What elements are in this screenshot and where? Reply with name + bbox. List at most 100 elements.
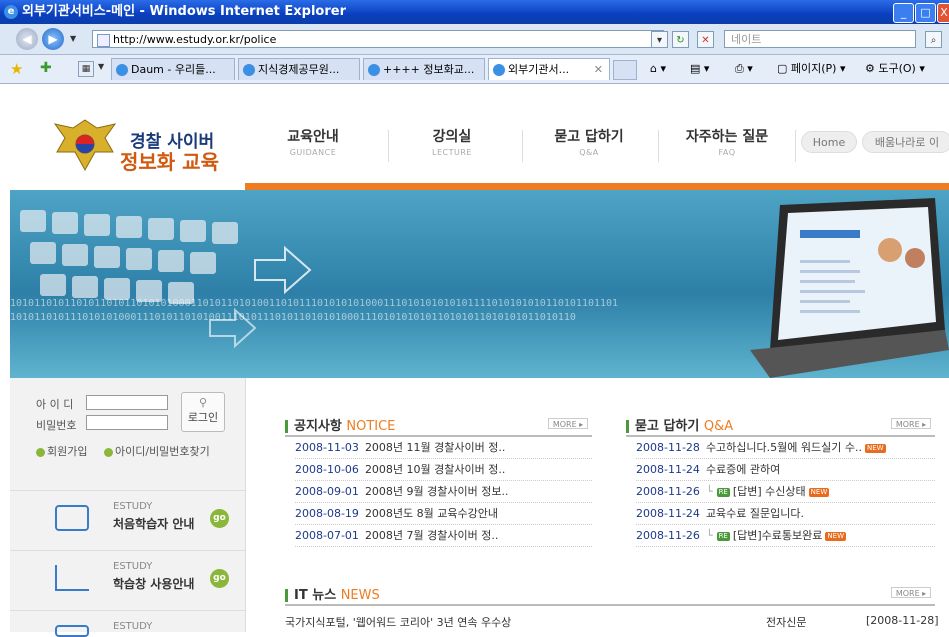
ie-page-icon — [493, 64, 505, 76]
news-title-ko: IT 뉴스 — [294, 588, 337, 603]
forward-icon[interactable]: ▶ — [42, 28, 64, 50]
tab-current[interactable]: 외부기관서... ✕ — [488, 58, 610, 80]
history-dropdown-icon[interactable]: ▼ — [70, 34, 76, 43]
go-button[interactable]: go — [210, 569, 229, 588]
print-icon[interactable]: ⎙ ▾ — [735, 59, 753, 79]
join-link-label: 회원가입 — [47, 445, 88, 458]
first-learner-guide[interactable]: ESTUDY 처음학습자 안내 go — [10, 490, 245, 551]
password-input[interactable] — [86, 415, 168, 430]
search-icon[interactable]: ⌕ — [925, 31, 942, 48]
maximize-button[interactable]: □ — [915, 3, 936, 23]
notice-date: 2008-11-03 — [295, 441, 359, 454]
tools-menu[interactable]: ⚙ 도구(O) ▾ — [865, 59, 925, 79]
notice-item[interactable]: 2008-07-01 2008년 7월 경찰사이버 정.. — [295, 525, 592, 547]
notice-text: 2008년 11월 경찰사이버 정.. — [364, 441, 506, 454]
tab-info-edu[interactable]: ++++ 정보화교... — [363, 58, 485, 80]
quick-tabs-icon[interactable]: ▦ — [78, 61, 94, 77]
back-icon[interactable]: ◀ — [16, 28, 38, 50]
qna-more-button[interactable]: MORE ▸ — [891, 418, 931, 429]
id-input[interactable] — [86, 395, 168, 410]
qna-text: [답변] 수신상태 — [732, 485, 806, 498]
menu-sublabel: GUIDANCE — [289, 148, 337, 157]
news-more-button[interactable]: MORE ▸ — [891, 587, 931, 598]
notice-more-button[interactable]: MORE ▸ — [548, 418, 588, 429]
notice-title-ko: 공지사항 — [294, 419, 342, 434]
police-emblem-logo[interactable] — [45, 112, 125, 177]
qna-date: 2008-11-26 — [636, 485, 700, 498]
qna-item[interactable]: 2008-11-24 교육수료 질문입니다. — [636, 503, 935, 525]
qna-item[interactable]: 2008-11-26 └ RE [답변] 수신상태 NEW — [636, 481, 935, 503]
page-menu[interactable]: ▢ 페이지(P) ▾ — [777, 59, 846, 79]
menu-sublabel: Q&A — [579, 148, 599, 157]
go-button[interactable]: go — [210, 509, 229, 528]
menu-lecture[interactable]: 강의실 LECTURE — [392, 126, 512, 157]
tab-label: ++++ 정보화교... — [383, 63, 475, 76]
menu-sublabel: FAQ — [718, 148, 736, 157]
bullet-icon — [36, 447, 45, 457]
partner-link-button[interactable]: 배움나라로 이 — [862, 131, 949, 153]
search-input[interactable]: 네이트 — [724, 30, 916, 48]
third-guide[interactable]: ESTUDY — [10, 610, 245, 637]
bullet-icon — [104, 447, 113, 457]
address-input[interactable]: http://www.estudy.or.kr/police — [92, 30, 664, 48]
qna-date: 2008-11-26 — [636, 529, 700, 542]
new-badge: NEW — [825, 531, 846, 541]
menu-guidance[interactable]: 교육안내 GUIDANCE — [253, 126, 373, 157]
notice-title-en: NOTICE — [346, 419, 396, 434]
arrow-window-icon — [55, 565, 89, 591]
news-item-date: [2008-11-28] — [866, 614, 939, 627]
menu-label: 강의실 — [432, 129, 472, 145]
login-button-label: 로그인 — [187, 411, 219, 424]
tab-gov[interactable]: 지식경제공무원... — [238, 58, 360, 80]
menu-divider — [795, 130, 796, 162]
tab-list-dropdown-icon[interactable]: ▼ — [98, 62, 104, 71]
find-account-link[interactable]: 아이디/비밀번호찾기 — [104, 443, 210, 459]
minimize-button[interactable]: _ — [893, 3, 914, 23]
key-icon: ⚲ — [198, 396, 208, 409]
stop-icon[interactable]: ✕ — [697, 31, 714, 48]
feeds-icon[interactable]: ▤ ▾ — [690, 59, 709, 79]
notice-item[interactable]: 2008-11-03 2008년 11월 경찰사이버 정.. — [295, 437, 592, 459]
home-icon[interactable]: ⌂ ▾ — [650, 59, 666, 79]
menu-label: 교육안내 — [287, 129, 339, 145]
tab-daum[interactable]: Daum - 우리들... — [111, 58, 235, 80]
notice-date: 2008-07-01 — [295, 529, 359, 542]
notice-date: 2008-08-19 — [295, 507, 359, 520]
qna-date: 2008-11-24 — [636, 463, 700, 476]
qna-item[interactable]: 2008-11-24 수료증에 관하여 — [636, 459, 935, 481]
close-tab-icon[interactable]: ✕ — [594, 59, 603, 80]
new-tab-button[interactable] — [613, 60, 637, 80]
qna-date: 2008-11-28 — [636, 441, 700, 454]
qna-date: 2008-11-24 — [636, 507, 700, 520]
close-button[interactable]: X — [937, 3, 949, 23]
menu-divider — [522, 130, 523, 162]
join-link[interactable]: 회원가입 — [36, 443, 87, 459]
notice-item[interactable]: 2008-10-06 2008년 10월 경찰사이버 정.. — [295, 459, 592, 481]
main-banner: 1010110101101011010110101010001101011010… — [10, 190, 949, 378]
notice-item[interactable]: 2008-08-19 2008년도 8월 교육수강안내 — [295, 503, 592, 525]
menu-qna[interactable]: 묻고 답하기 Q&A — [529, 126, 649, 157]
news-divider — [285, 604, 935, 606]
ie-page-icon — [368, 64, 380, 76]
home-link-button[interactable]: Home — [801, 131, 857, 153]
menu-faq[interactable]: 자주하는 질문 FAQ — [667, 126, 787, 157]
qna-item[interactable]: 2008-11-28 수고하십니다.5월에 워드실기 수.. NEW — [636, 437, 935, 459]
notice-text: 2008년 9월 경찰사이버 정보.. — [364, 485, 509, 498]
favorites-star-icon[interactable]: ★ — [10, 60, 23, 78]
notice-item[interactable]: 2008-09-01 2008년 9월 경찰사이버 정보.. — [295, 481, 592, 503]
study-window-guide[interactable]: ESTUDY 학습창 사용안내 go — [10, 550, 245, 611]
guide-en-label: ESTUDY — [113, 621, 153, 632]
qna-item[interactable]: 2008-11-26 └ RE [답변]수료통보완료 NEW — [636, 525, 935, 547]
tab-label: 지식경제공무원... — [258, 63, 340, 76]
ie-page-icon — [116, 64, 128, 76]
guide-ko-label: 처음학습자 안내 — [113, 517, 195, 531]
login-button[interactable]: ⚲ 로그인 — [181, 392, 225, 432]
qna-title: 묻고 답하기 Q&A — [626, 415, 733, 434]
news-item-title[interactable]: 국가지식포털, '웹어워드 코리아' 3년 연속 우수상 — [285, 614, 511, 630]
add-favorites-icon[interactable]: ✚ — [40, 60, 52, 76]
notice-text: 2008년 10월 경찰사이버 정.. — [364, 463, 506, 476]
refresh-icon[interactable]: ↻ — [672, 31, 689, 48]
news-title: IT 뉴스 NEWS — [285, 584, 380, 603]
address-dropdown-icon[interactable]: ▾ — [651, 31, 668, 48]
logo-title-line2: 정보화 교육 — [120, 150, 219, 174]
